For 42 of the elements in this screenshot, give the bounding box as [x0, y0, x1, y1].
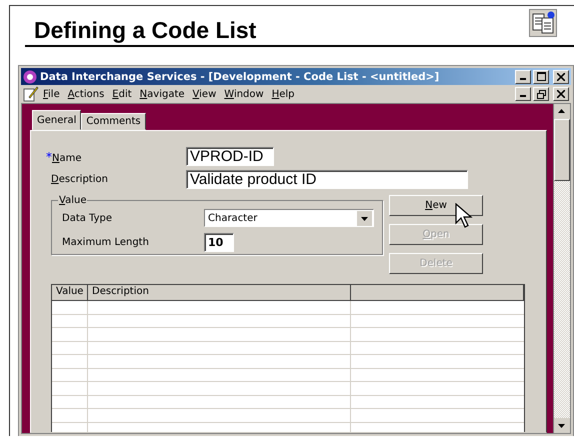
column-header[interactable]: Description	[88, 285, 351, 300]
slide-title: Defining a Code List	[34, 17, 256, 45]
menu-item[interactable]: Actions	[64, 88, 108, 100]
menu-item[interactable]: File	[39, 88, 64, 100]
required-mark: *	[46, 150, 52, 164]
documents-icon	[529, 8, 557, 36]
description-label: Description	[51, 174, 109, 185]
vertical-scrollbar[interactable]	[553, 104, 570, 433]
action-button[interactable]: New	[389, 195, 483, 216]
name-field[interactable]: VPROD-ID	[186, 147, 274, 166]
close-button[interactable]	[553, 70, 569, 84]
menu-item[interactable]: Help	[268, 88, 299, 100]
data-type-label: Data Type	[62, 212, 114, 224]
menu-item[interactable]: View	[188, 88, 220, 100]
column-header[interactable]: Value	[52, 285, 88, 300]
close-button[interactable]	[553, 87, 569, 101]
menu-item[interactable]: Edit	[108, 88, 136, 100]
mouse-pointer-icon	[455, 203, 475, 229]
scrollbar-thumb[interactable]	[554, 119, 570, 181]
minimize-button[interactable]	[515, 87, 531, 101]
maximize-icon	[536, 72, 546, 81]
tab[interactable]: Comments	[81, 113, 146, 130]
tab[interactable]: General	[32, 110, 82, 130]
restore-button[interactable]	[533, 87, 549, 101]
menu-item[interactable]: Window	[220, 88, 268, 100]
minimize-icon	[520, 78, 526, 80]
maximum-length-field[interactable]: 10	[204, 232, 234, 252]
notepad-pencil-icon	[23, 86, 39, 102]
maximize-button[interactable]	[533, 70, 549, 84]
minimize-icon	[520, 95, 526, 97]
maximum-length-label: Maximum Length	[62, 236, 150, 248]
name-label: *Name	[46, 150, 83, 164]
description-field[interactable]: Validate product ID	[186, 170, 468, 189]
window-title: Data Interchange Services - [Development - Code List - <untitled>]	[40, 70, 440, 82]
data-type-dropdown[interactable]: Character	[204, 209, 374, 227]
close-icon	[557, 90, 565, 98]
restore-icon	[536, 90, 546, 98]
value-group-title: Value	[58, 195, 88, 206]
menu-item[interactable]: Navigate	[136, 88, 189, 100]
close-icon	[557, 72, 565, 80]
app-icon	[23, 70, 37, 84]
minimize-button[interactable]	[515, 70, 531, 84]
